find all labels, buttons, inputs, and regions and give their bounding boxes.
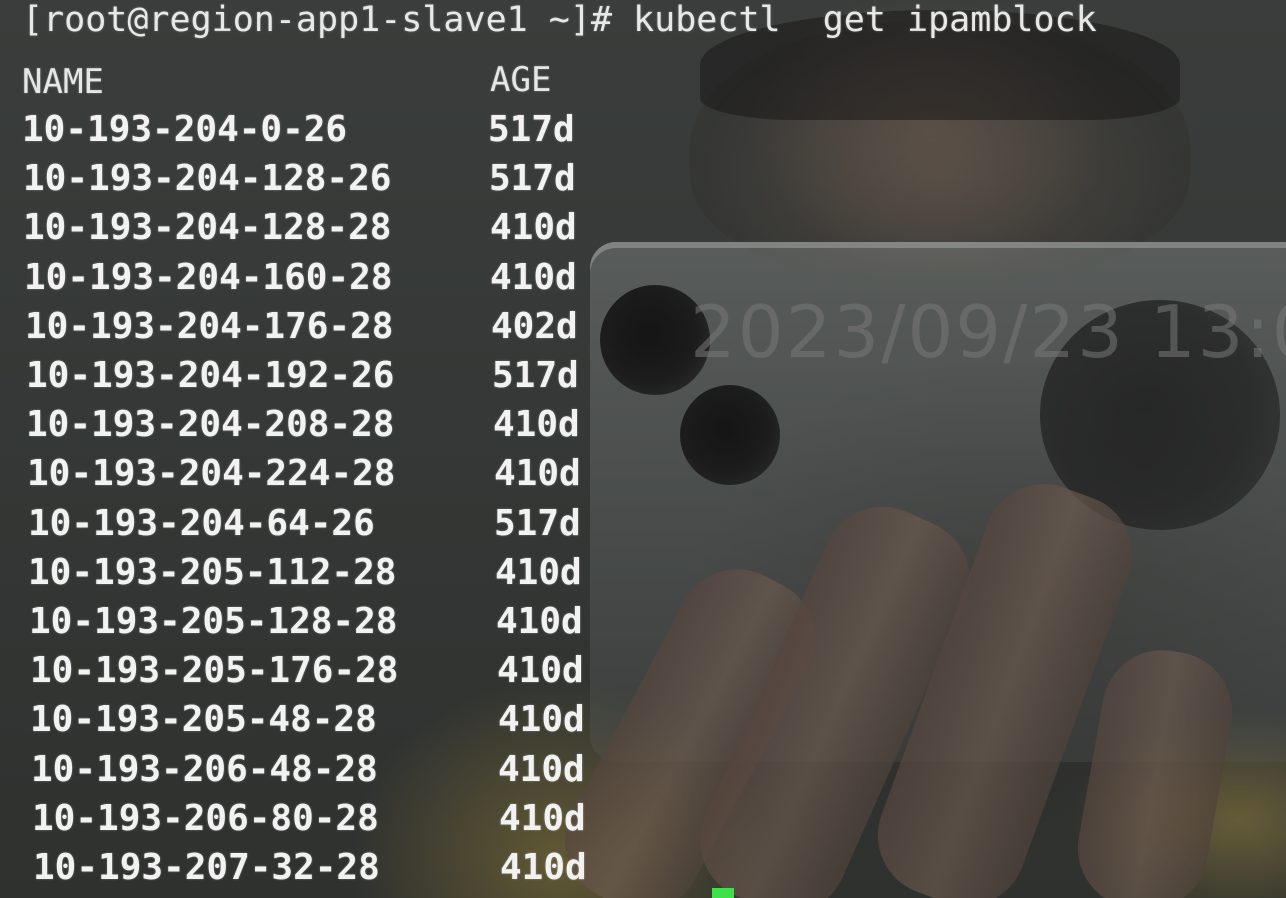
table-row-name: 10-193-205-176-28: [30, 650, 399, 691]
table-row-name: 10-193-204-160-28: [24, 257, 393, 298]
table-row-name: 10-193-205-128-28: [29, 601, 398, 642]
table-row-age: 410d: [500, 847, 587, 888]
shell-prompt: [root@region-app1-slave1 ~]#: [22, 0, 613, 40]
table-row-name: 10-193-204-224-28: [27, 453, 396, 494]
table-row-name: 10-193-206-48-28: [31, 749, 378, 790]
table-row-name: 10-193-204-192-26: [26, 355, 395, 396]
table-row-age: 517d: [488, 109, 575, 150]
table-row-name: 10-193-205-112-28: [28, 552, 397, 593]
terminal-photo: 2023/09/23 13:0 [root@region-app1-slave1…: [0, 0, 1286, 898]
command-text: kubectl get ipamblock: [633, 0, 1097, 40]
table-row-name: 10-193-207-32-28: [33, 847, 380, 888]
table-row-name: 10-193-204-128-28: [23, 207, 392, 248]
table-row-age: 410d: [499, 798, 586, 839]
table-row-age: 517d: [489, 158, 576, 199]
table-row-age: 410d: [495, 552, 582, 593]
terminal-cursor: [712, 888, 734, 898]
table-row-age: 517d: [492, 355, 579, 396]
table-row-age: 410d: [498, 699, 585, 740]
table-row-name: 10-193-204-64-26: [28, 503, 375, 544]
table-row-age: 410d: [496, 601, 583, 642]
table-row-name: 10-193-204-176-28: [25, 306, 394, 347]
table-row-age: 410d: [490, 257, 577, 298]
table-row-name: 10-193-205-48-28: [30, 699, 377, 740]
table-row-age: 410d: [494, 453, 581, 494]
column-header-name: NAME: [22, 62, 104, 102]
column-header-age: AGE: [490, 60, 552, 100]
table-row-name: 10-193-204-128-26: [23, 158, 392, 199]
table-row-name: 10-193-204-0-26: [22, 109, 348, 150]
table-row-name: 10-193-206-80-28: [32, 798, 379, 839]
table-row-age: 410d: [493, 404, 580, 445]
table-row-age: 402d: [491, 306, 578, 347]
terminal-output: [root@region-app1-slave1 ~]# kubectl get…: [0, 0, 1286, 898]
table-row-age: 410d: [497, 650, 584, 691]
table-row-age: 410d: [490, 207, 577, 248]
table-row-age: 410d: [498, 749, 585, 790]
table-row-name: 10-193-204-208-28: [26, 404, 395, 445]
command-line: [root@region-app1-slave1 ~]# kubectl get…: [22, 0, 1097, 40]
table-row-age: 517d: [494, 503, 581, 544]
